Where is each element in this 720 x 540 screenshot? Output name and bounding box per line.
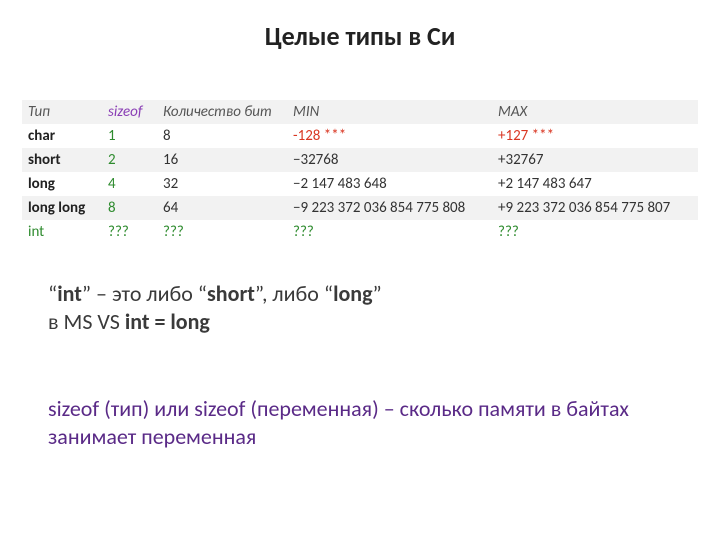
cell-max: +9 223 372 036 854 775 807 bbox=[492, 196, 698, 220]
cell-sizeof: 1 bbox=[102, 124, 157, 148]
cell-sizeof: 8 bbox=[102, 196, 157, 220]
table-row: short 2 16 −32768 +32767 bbox=[22, 148, 698, 172]
table-header-row: Тип sizeof Количество бит MIN MAX bbox=[22, 100, 698, 124]
cell-type: int bbox=[22, 220, 102, 244]
cell-max: ??? bbox=[492, 220, 698, 244]
table-row: long 4 32 −2 147 483 648 +2 147 483 647 bbox=[22, 172, 698, 196]
note-bold: int = long bbox=[125, 308, 210, 335]
cell-min: ??? bbox=[287, 220, 492, 244]
cell-min: −2 147 483 648 bbox=[287, 172, 492, 196]
cell-type: char bbox=[22, 124, 102, 148]
note-text: в MS VS bbox=[48, 308, 125, 335]
cell-min: −32768 bbox=[287, 148, 492, 172]
note-text: “ bbox=[48, 280, 57, 307]
col-header-bits: Количество бит bbox=[157, 100, 287, 124]
page-title: Целые типы в Си bbox=[0, 20, 720, 52]
col-header-sizeof: sizeof bbox=[102, 100, 157, 124]
cell-sizeof: ??? bbox=[102, 220, 157, 244]
cell-type: short bbox=[22, 148, 102, 172]
table-row: char 1 8 -128 *** +127 *** bbox=[22, 124, 698, 148]
cell-bits: 8 bbox=[157, 124, 287, 148]
note-int: “int” – это либо “short”, либо “long” в … bbox=[48, 280, 668, 335]
note-text: ” – это либо “ bbox=[82, 280, 207, 307]
types-table: Тип sizeof Количество бит MIN MAX char 1… bbox=[22, 100, 698, 244]
cell-max: +32767 bbox=[492, 148, 698, 172]
cell-min: −9 223 372 036 854 775 808 bbox=[287, 196, 492, 220]
cell-bits: 16 bbox=[157, 148, 287, 172]
col-header-max: MAX bbox=[492, 100, 698, 124]
cell-max: +2 147 483 647 bbox=[492, 172, 698, 196]
cell-sizeof: 4 bbox=[102, 172, 157, 196]
cell-bits: 64 bbox=[157, 196, 287, 220]
cell-type: long long bbox=[22, 196, 102, 220]
note-text: ” bbox=[373, 280, 382, 307]
note-text: ”, либо “ bbox=[255, 280, 333, 307]
note-sizeof: sizeof (тип) или sizeof (переменная) – с… bbox=[48, 395, 668, 450]
cell-max: +127 *** bbox=[492, 124, 698, 148]
table-row: int ??? ??? ??? ??? bbox=[22, 220, 698, 244]
note-bold: int bbox=[57, 280, 82, 307]
cell-type: long bbox=[22, 172, 102, 196]
cell-min: -128 *** bbox=[287, 124, 492, 148]
table-row: long long 8 64 −9 223 372 036 854 775 80… bbox=[22, 196, 698, 220]
cell-bits: ??? bbox=[157, 220, 287, 244]
col-header-min: MIN bbox=[287, 100, 492, 124]
note-bold: short bbox=[207, 280, 255, 307]
cell-bits: 32 bbox=[157, 172, 287, 196]
note-bold: long bbox=[333, 280, 372, 307]
cell-sizeof: 2 bbox=[102, 148, 157, 172]
col-header-type: Тип bbox=[22, 100, 102, 124]
